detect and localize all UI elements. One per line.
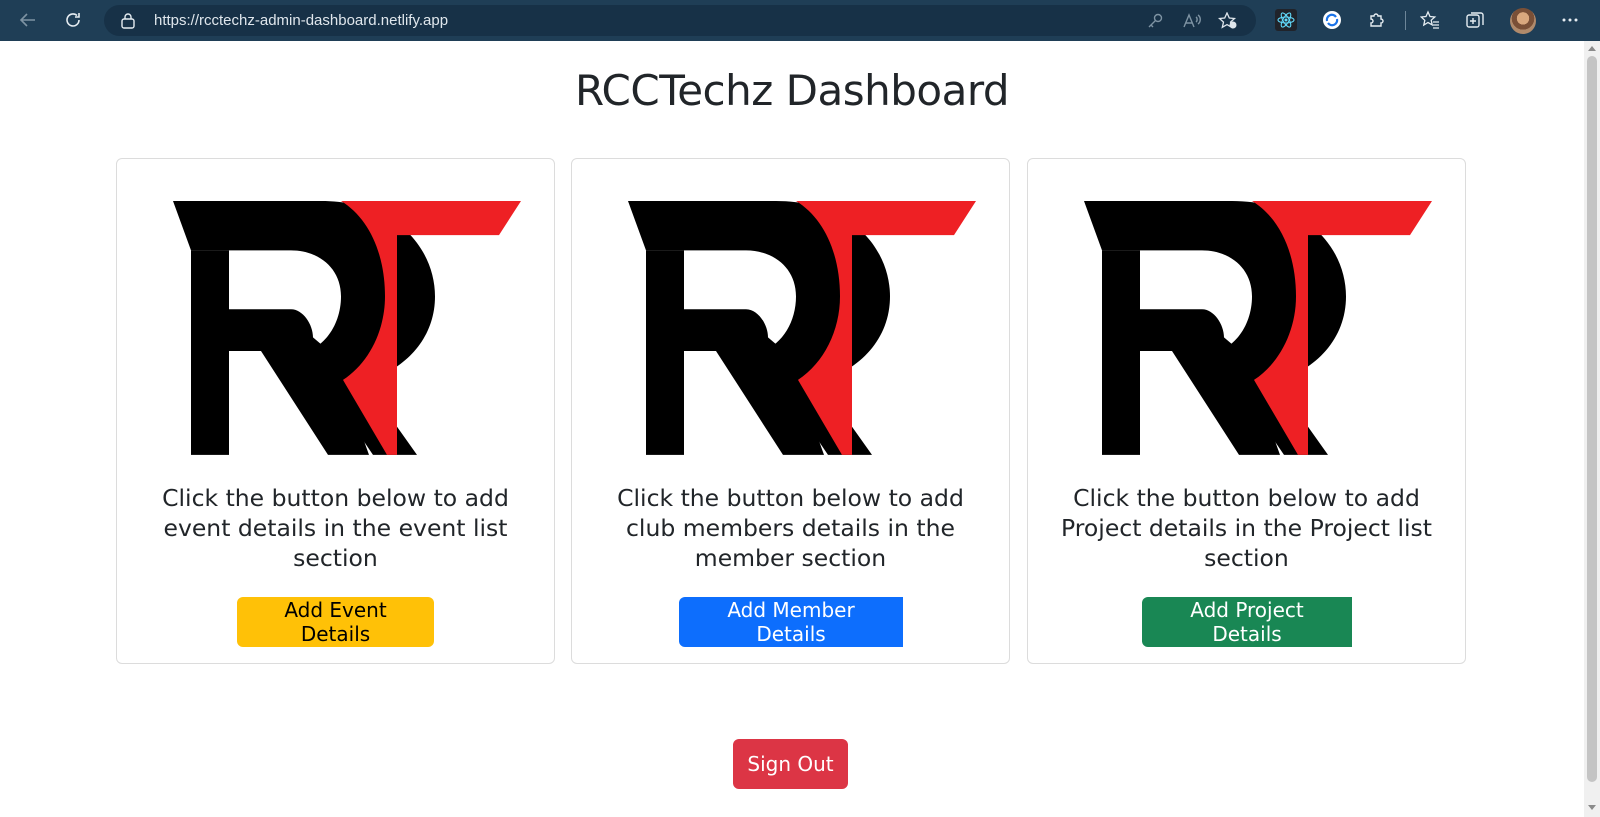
rt-logo-image bbox=[173, 201, 521, 455]
rt-logo-image bbox=[628, 201, 976, 455]
project-card-description: Click the button below to add Project de… bbox=[1061, 484, 1432, 572]
scroll-thumb[interactable] bbox=[1587, 56, 1597, 782]
favorites-button[interactable] bbox=[1414, 5, 1446, 35]
react-icon bbox=[1275, 9, 1297, 31]
more-options-icon bbox=[1562, 18, 1578, 22]
more-menu-button[interactable] bbox=[1554, 5, 1586, 35]
favorite-add-icon bbox=[1218, 12, 1237, 29]
browser-toolbar: https://rcctechz-admin-dashboard.netlify… bbox=[0, 0, 1600, 41]
profile-avatar[interactable] bbox=[1510, 8, 1536, 34]
project-card: Click the button below to add Project de… bbox=[1027, 158, 1466, 664]
add-member-details-button[interactable]: Add Member Details bbox=[679, 597, 903, 647]
member-card: Click the button below to add club membe… bbox=[571, 158, 1010, 664]
toolbar-separator bbox=[1405, 11, 1406, 30]
lock-icon bbox=[121, 13, 135, 29]
add-project-details-button[interactable]: Add Project Details bbox=[1142, 597, 1352, 647]
collections-icon bbox=[1466, 12, 1484, 28]
member-card-description: Click the button below to add club membe… bbox=[617, 484, 964, 572]
collections-button[interactable] bbox=[1459, 5, 1491, 35]
rt-logo-image bbox=[1084, 201, 1432, 455]
address-bar[interactable]: https://rcctechz-admin-dashboard.netlify… bbox=[104, 5, 1256, 36]
back-arrow-icon bbox=[19, 13, 35, 27]
scroll-down-arrow-icon[interactable] bbox=[1588, 805, 1596, 810]
back-button[interactable] bbox=[12, 5, 44, 35]
key-icon bbox=[1148, 13, 1163, 28]
page-title: RCCTechz Dashboard bbox=[574, 66, 1010, 115]
favorites-icon bbox=[1420, 10, 1439, 29]
extension-button[interactable] bbox=[1316, 5, 1348, 35]
refresh-icon bbox=[66, 13, 80, 27]
add-event-details-button[interactable]: Add Event Details bbox=[237, 597, 434, 647]
event-card: Click the button below to add event deta… bbox=[116, 158, 555, 664]
read-aloud-icon bbox=[1183, 13, 1201, 28]
event-card-description: Click the button below to add event deta… bbox=[162, 484, 509, 572]
sync-extension-icon bbox=[1323, 11, 1341, 29]
puzzle-icon bbox=[1370, 13, 1384, 27]
url-text[interactable]: https://rcctechz-admin-dashboard.netlify… bbox=[154, 12, 448, 29]
refresh-button[interactable] bbox=[57, 5, 89, 35]
react-devtools-button[interactable] bbox=[1270, 5, 1302, 35]
extensions-button[interactable] bbox=[1361, 5, 1393, 35]
scroll-up-arrow-icon[interactable] bbox=[1588, 46, 1596, 51]
sign-out-button[interactable]: Sign Out bbox=[733, 739, 848, 789]
